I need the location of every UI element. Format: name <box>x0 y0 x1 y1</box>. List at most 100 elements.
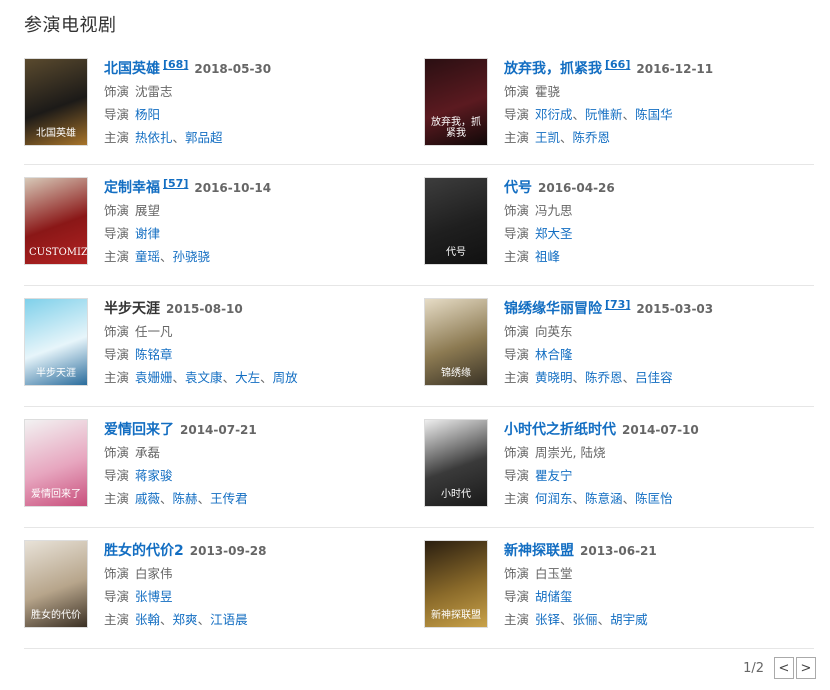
cast-link[interactable]: 吕佳容 <box>635 370 673 385</box>
cast-link[interactable]: 祖峰 <box>535 249 560 264</box>
series-title[interactable]: 胜女的代价2 <box>104 543 184 559</box>
poster-image[interactable]: 代号 <box>424 177 488 265</box>
cast-link[interactable]: 陈匡怡 <box>635 491 673 506</box>
cast-link[interactable]: 郑爽 <box>173 612 198 627</box>
separator: 、 <box>172 130 186 145</box>
reference-link[interactable]: [66] <box>605 58 630 71</box>
series-title[interactable]: 北国英雄 <box>104 61 160 77</box>
director-link[interactable]: 邓衍成 <box>535 107 573 122</box>
director-link[interactable]: 陈铭章 <box>135 347 173 362</box>
cast-line: 主演 袁姗姗、袁文康、大左、周放 <box>104 369 424 386</box>
director-link[interactable]: 阮惟新 <box>585 107 623 122</box>
role-label: 饰演 <box>504 566 530 581</box>
cast-link[interactable]: 袁姗姗 <box>135 370 173 385</box>
release-date: 2016-04-26 <box>538 181 615 195</box>
cast-link[interactable]: 郭品超 <box>185 130 223 145</box>
cast-link[interactable]: 袁文康 <box>185 370 223 385</box>
director-link[interactable]: 胡储玺 <box>535 589 573 604</box>
cast-link[interactable]: 大左 <box>235 370 260 385</box>
separator: 、 <box>160 612 173 627</box>
cast-label: 主演 <box>104 491 130 506</box>
cast-link[interactable]: 张翰 <box>135 612 160 627</box>
series-info: 定制幸福 [57] 2016-10-14 饰演 展望 导演 谢律 主演 童瑶、孙骁骁 <box>104 177 424 271</box>
cast-link[interactable]: 周放 <box>273 370 298 385</box>
cast-link[interactable]: 张铎 <box>535 612 560 627</box>
cast-link[interactable]: 热依扎 <box>135 130 173 145</box>
chevron-right-icon: > <box>800 660 812 676</box>
poster-image[interactable]: CUSTOMIZE <box>24 177 88 265</box>
series-title[interactable]: 放弃我，抓紧我 <box>504 61 602 77</box>
prev-page-button[interactable]: < <box>774 657 794 679</box>
poster-image[interactable]: 锦绣缘 <box>424 298 488 386</box>
release-date: 2015-08-10 <box>166 302 243 316</box>
cast-link[interactable]: 江语晨 <box>210 612 248 627</box>
separator: 、 <box>197 491 211 506</box>
director-link[interactable]: 瞿友宁 <box>535 468 573 483</box>
series-title[interactable]: 定制幸福 <box>104 180 160 196</box>
cast-link[interactable]: 黄晓明 <box>535 370 573 385</box>
cast-link[interactable]: 张俪 <box>573 612 598 627</box>
separator: 、 <box>572 107 586 122</box>
role-value: 白玉堂 <box>535 566 573 581</box>
cast-line: 主演 何润东、陈意涵、陈匡怡 <box>504 490 824 507</box>
poster-image[interactable]: 小时代 <box>424 419 488 507</box>
poster-image[interactable]: 放弃我，抓紧我 <box>424 58 488 146</box>
series-title[interactable]: 新神探联盟 <box>504 543 574 559</box>
series-title[interactable]: 锦绣缘华丽冒险 <box>504 301 602 317</box>
release-date: 2013-06-21 <box>580 544 657 558</box>
cast-link[interactable]: 王凯 <box>535 130 560 145</box>
cast-link[interactable]: 何润东 <box>535 491 573 506</box>
director-link[interactable]: 杨阳 <box>135 107 160 122</box>
cast-link[interactable]: 陈意涵 <box>585 491 623 506</box>
series-title[interactable]: 代号 <box>504 180 532 196</box>
series-title-line: 胜女的代价2 2013-09-28 <box>104 541 424 559</box>
reference-link[interactable]: [57] <box>163 177 188 190</box>
director-label: 导演 <box>104 107 130 122</box>
series-title[interactable]: 爱情回来了 <box>104 422 174 438</box>
director-label: 导演 <box>504 468 530 483</box>
poster-image[interactable]: 胜女的代价 <box>24 540 88 628</box>
director-link[interactable]: 林合隆 <box>535 347 573 362</box>
director-link[interactable]: 蒋家骏 <box>135 468 173 483</box>
separator: 、 <box>160 491 173 506</box>
role-line: 饰演 展望 <box>104 202 424 219</box>
director-link[interactable]: 郑大圣 <box>535 226 573 241</box>
poster-image[interactable]: 新神探联盟 <box>424 540 488 628</box>
cast-link[interactable]: 陈乔恩 <box>573 130 611 145</box>
director-label: 导演 <box>104 589 130 604</box>
cast-link[interactable]: 童瑶 <box>135 249 160 264</box>
cast-label: 主演 <box>104 130 130 145</box>
role-value: 周崇光, 陆烧 <box>535 445 606 460</box>
role-line: 饰演 承磊 <box>104 444 424 461</box>
series-item: 北国英雄 北国英雄 [68] 2018-05-30 饰演 沈雷志 导演 杨阳 主演 热依扎、郭品超 <box>24 46 424 164</box>
cast-label: 主演 <box>504 370 530 385</box>
director-link[interactable]: 张博昱 <box>135 589 173 604</box>
next-page-button[interactable]: > <box>796 657 816 679</box>
role-line: 饰演 向英东 <box>504 323 824 340</box>
director-label: 导演 <box>104 347 130 362</box>
cast-label: 主演 <box>504 130 530 145</box>
cast-link[interactable]: 孙骁骁 <box>173 249 211 264</box>
director-link[interactable]: 陈国华 <box>635 107 673 122</box>
cast-link[interactable]: 胡宇威 <box>610 612 648 627</box>
reference-link[interactable]: [73] <box>605 298 630 311</box>
cast-link[interactable]: 王传君 <box>210 491 248 506</box>
cast-label: 主演 <box>504 249 530 264</box>
cast-link[interactable]: 戚薇 <box>135 491 160 506</box>
director-line: 导演 邓衍成、阮惟新、陈国华 <box>504 106 824 123</box>
director-label: 导演 <box>504 226 530 241</box>
role-label: 饰演 <box>504 324 530 339</box>
cast-link[interactable]: 陈赫 <box>173 491 198 506</box>
poster-image[interactable]: 半步天涯 <box>24 298 88 386</box>
poster-image[interactable]: 北国英雄 <box>24 58 88 146</box>
series-title-line: 放弃我，抓紧我 [66] 2016-12-11 <box>504 58 824 77</box>
director-link[interactable]: 谢律 <box>135 226 160 241</box>
poster-title-art: 锦绣缘 <box>441 368 471 379</box>
poster-title-art: 小时代 <box>441 489 471 500</box>
release-date: 2016-10-14 <box>194 181 272 195</box>
series-row: CUSTOMIZE定制幸福[57]2016-10-14饰演展望导演谢律主演童瑶、… <box>24 165 814 286</box>
reference-link[interactable]: [68] <box>163 58 188 71</box>
cast-link[interactable]: 陈乔恩 <box>585 370 623 385</box>
poster-image[interactable]: 爱情回来了 <box>24 419 88 507</box>
series-title[interactable]: 小时代之折纸时代 <box>504 422 616 438</box>
